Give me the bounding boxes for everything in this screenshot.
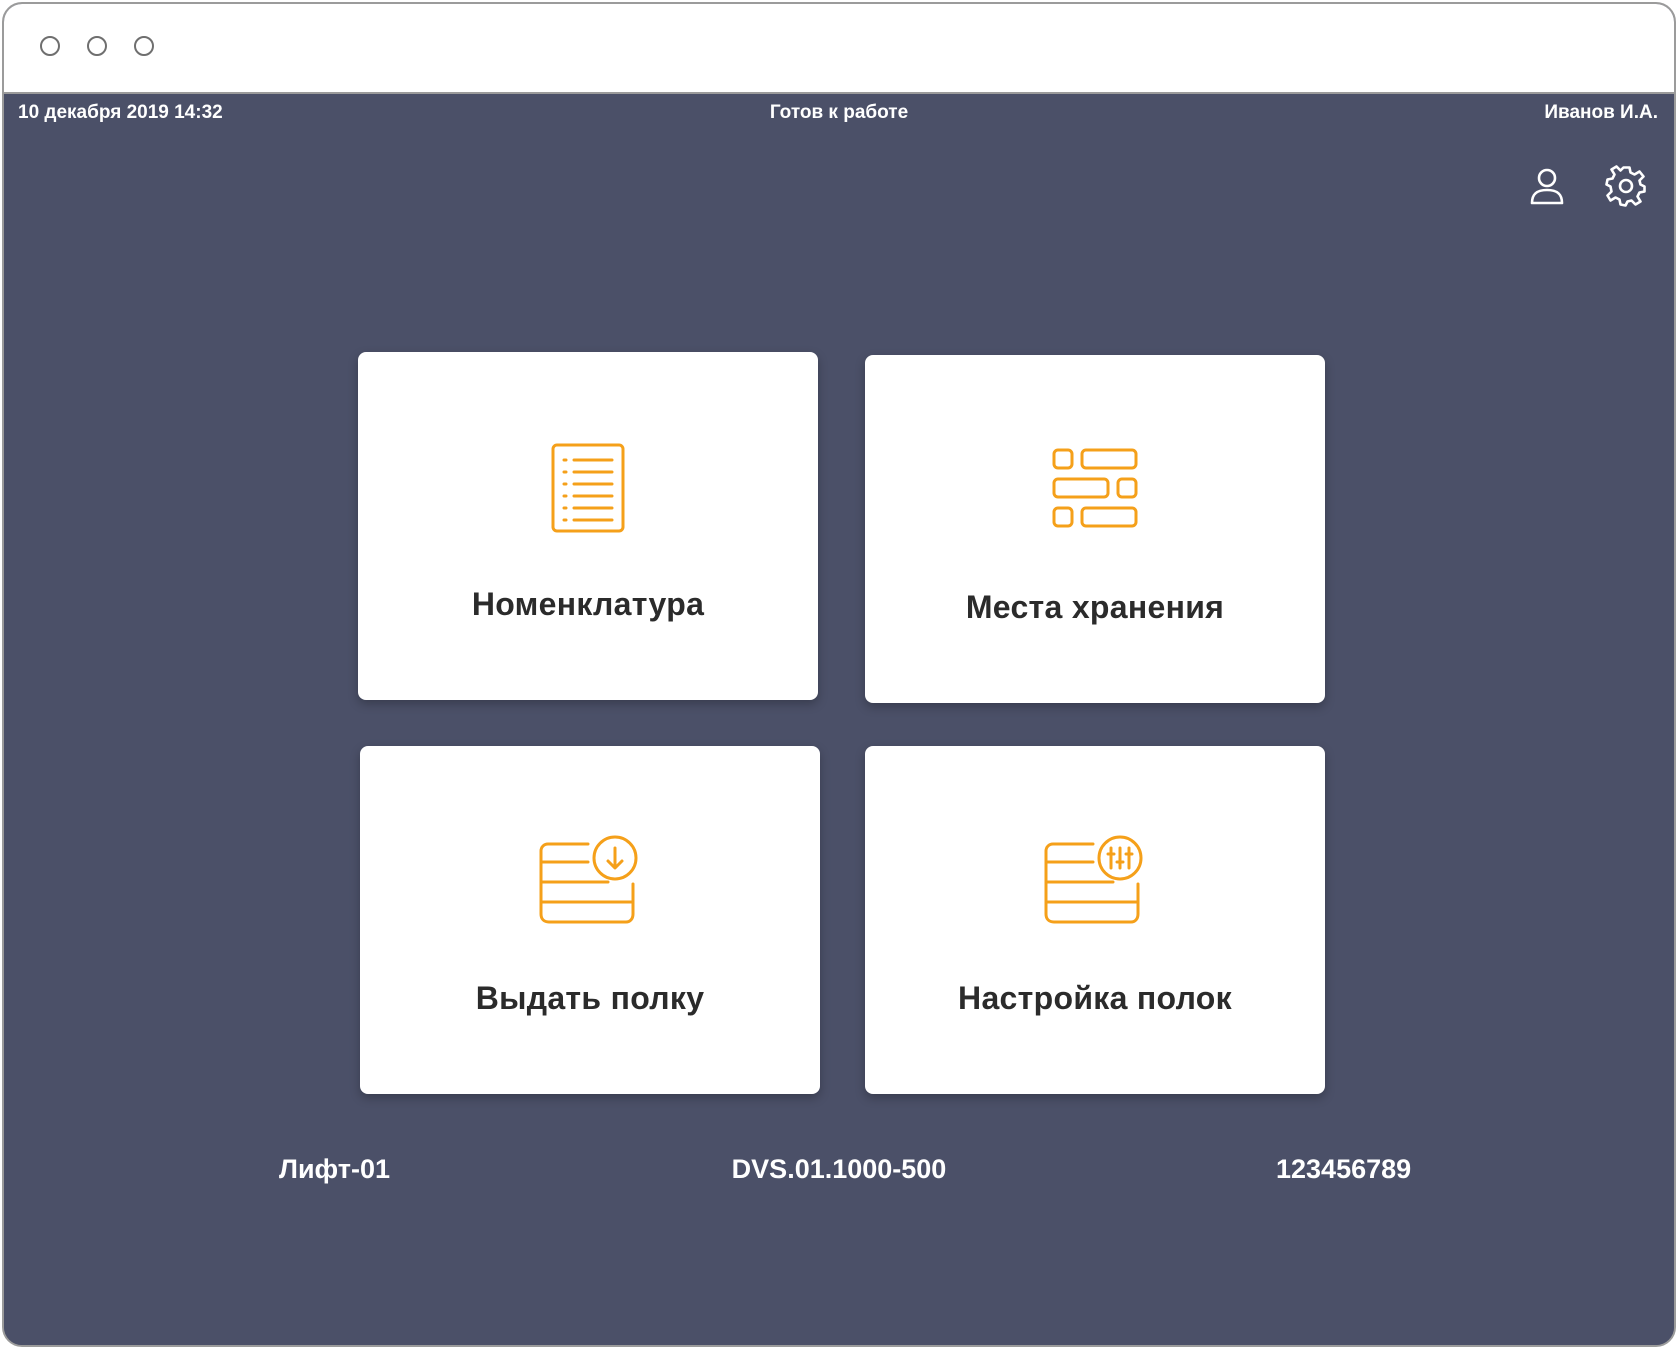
shelf-settings-icon [1044, 835, 1143, 924]
tile-shelf-settings[interactable]: Настройка полок [865, 746, 1325, 1094]
storage-cells-icon [1052, 448, 1138, 528]
app-window: 10 декабря 2019 14:32 Готов к работе Ива… [2, 2, 1676, 1347]
tile-storage-locations[interactable]: Места хранения [865, 355, 1325, 703]
main-screen: 10 декабря 2019 14:32 Готов к работе Ива… [4, 94, 1674, 1345]
gear-icon [1605, 165, 1646, 207]
footer-serial: 123456789 [1276, 1154, 1412, 1184]
tile-issue-shelf[interactable]: Выдать полку [360, 746, 820, 1094]
tile-label: Настройка полок [958, 980, 1232, 1016]
tile-label: Места хранения [965, 589, 1225, 625]
shelf-download-icon [539, 835, 638, 924]
list-document-icon [551, 443, 625, 533]
status-bar: 10 декабря 2019 14:32 Готов к работе Ива… [4, 102, 1674, 128]
tile-label: Выдать полку [475, 980, 705, 1016]
user-icon [1530, 168, 1564, 205]
user-button[interactable] [1525, 164, 1569, 208]
window-titlebar [4, 4, 1674, 94]
tile-nomenclature[interactable]: Номенклатура [358, 352, 818, 700]
footer-info: Лифт-01 DVS.01.1000-500 123456789 [4, 1154, 1674, 1194]
window-minimize-button[interactable] [87, 36, 107, 56]
status-user: Иванов И.А. [1544, 102, 1658, 123]
window-close-button[interactable] [40, 36, 60, 56]
footer-model: DVS.01.1000-500 [731, 1154, 947, 1184]
status-state: Готов к работе [769, 102, 909, 123]
window-maximize-button[interactable] [134, 36, 154, 56]
tile-label: Номенклатура [471, 586, 705, 622]
settings-button[interactable] [1604, 164, 1648, 208]
